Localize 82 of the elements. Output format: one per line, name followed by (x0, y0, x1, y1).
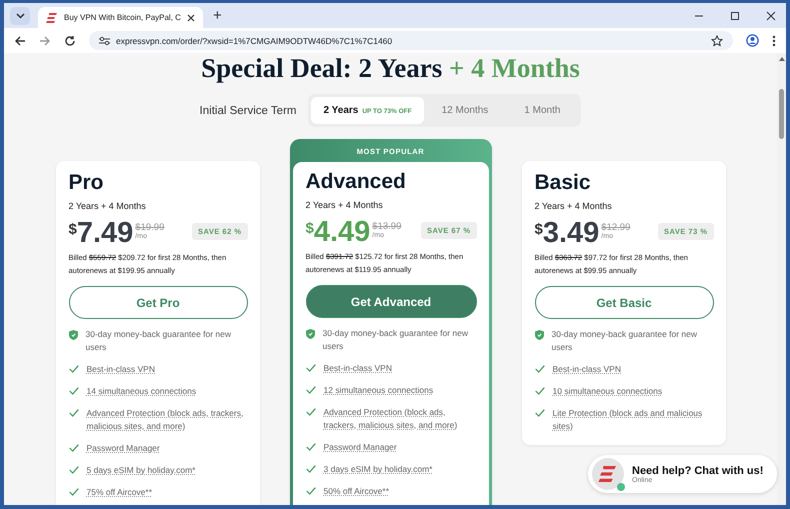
tab-list-button[interactable] (10, 6, 30, 24)
feature-link[interactable]: 14 simultaneous connections (86, 385, 196, 398)
plan-name: Pro (68, 171, 105, 195)
check-icon (68, 387, 78, 395)
address-field[interactable]: expressvpn.com/order/?xwsid=1%7CMGAIM9ODTW46D%7C1%7C1460 (89, 31, 733, 50)
currency-symbol: $ (68, 221, 77, 238)
shield-icon (534, 330, 544, 340)
price: 7.49 (76, 219, 134, 248)
plan-name: Advanced (306, 170, 407, 194)
site-settings-icon[interactable] (99, 36, 110, 46)
scroll-up-icon[interactable] (778, 57, 784, 61)
check-icon (306, 487, 316, 495)
feature-link[interactable]: Password Manager (86, 442, 160, 455)
check-icon (306, 364, 316, 372)
feature-link[interactable]: Advanced Protection (block ads, trackers, malicious sites, and more) (86, 407, 248, 433)
get-plan-button[interactable]: Get Basic (534, 286, 714, 319)
logo-icon (46, 12, 58, 22)
maximize-icon[interactable] (730, 10, 740, 20)
check-icon (534, 409, 544, 417)
plan-term: 2 Years + 4 Months (534, 201, 613, 211)
profile-icon[interactable] (746, 34, 759, 47)
chat-title: Need help? Chat with us! (632, 464, 764, 476)
feature-link[interactable]: 12 simultaneous connections (324, 384, 434, 397)
plan-term: 2 Years + 4 Months (68, 201, 147, 211)
check-icon (68, 466, 78, 474)
feature-link[interactable]: 3 days eSIM by holiday.com* (324, 463, 432, 476)
url-text: expressvpn.com/order/?xwsid=1%7CMGAIM9ODTW46D%7C1%7C1460 (116, 36, 392, 46)
new-tab-button[interactable]: + (210, 7, 224, 24)
price: 4.49 (314, 218, 370, 247)
shield-icon (306, 329, 314, 339)
forward-arrow-icon[interactable] (39, 34, 51, 46)
get-plan-button[interactable]: Get Pro (68, 286, 248, 319)
shield-icon (68, 330, 78, 340)
scrollbar[interactable] (777, 53, 786, 505)
plan-term: 2 Years + 4 Months (306, 200, 384, 210)
feature-link[interactable]: 5 days eSIM by holiday.com* (86, 464, 196, 477)
scroll-thumb[interactable] (779, 89, 784, 139)
menu-icon[interactable] (772, 34, 776, 46)
term-tab[interactable]: 12 Months (424, 97, 506, 124)
get-plan-button[interactable]: Get Advanced (306, 285, 476, 318)
reload-icon[interactable] (64, 34, 76, 46)
close-icon[interactable] (186, 14, 195, 22)
guarantee-text: 30-day money-back guarantee for new users (322, 327, 470, 353)
close-icon[interactable] (766, 10, 776, 20)
feature-link[interactable]: 10 simultaneous connections (552, 385, 662, 398)
check-icon (68, 488, 78, 496)
check-icon (306, 443, 316, 451)
feature-link[interactable]: Advanced Protection (block ads, trackers, malicious sites, and more) (324, 406, 476, 432)
currency-symbol: $ (534, 221, 543, 238)
feature-link[interactable]: 75% off Aircove** (86, 486, 152, 499)
check-icon (534, 387, 544, 395)
browser-tab[interactable]: Buy VPN With Bitcoin, PayPal, C (38, 7, 203, 28)
old-price: $13.99 (372, 221, 402, 232)
term-tab[interactable]: 1 Month (506, 97, 578, 124)
check-icon (306, 386, 316, 394)
feature-link[interactable]: Lite Protection (block ads and malicious sites) (552, 407, 714, 433)
headline-accent: + 4 Months (449, 53, 580, 83)
check-icon (306, 408, 316, 416)
guarantee-text: 30-day money-back guarantee for new users (552, 328, 698, 354)
plan-name: Basic (534, 171, 592, 195)
check-icon (68, 409, 78, 417)
feature-link[interactable]: Best-in-class VPN (552, 363, 621, 376)
term-label: Initial Service Term (200, 104, 296, 116)
feature-link[interactable]: Password Manager (324, 441, 397, 454)
check-icon (68, 365, 78, 373)
star-icon[interactable] (711, 34, 723, 46)
check-icon (534, 365, 544, 373)
check-icon (68, 444, 78, 452)
feature-link[interactable]: 50% off Aircove** (324, 485, 390, 498)
old-price: $19.99 (135, 222, 164, 233)
check-icon (306, 465, 316, 473)
back-arrow-icon[interactable] (14, 34, 26, 46)
caret-icon (16, 12, 24, 18)
old-price: $12.99 (601, 222, 630, 233)
currency-symbol: $ (306, 220, 314, 237)
tab-title: Buy VPN With Bitcoin, PayPal, C (64, 13, 181, 22)
feature-link[interactable]: Best-in-class VPN (86, 363, 155, 376)
headline: Special Deal: 2 Years (201, 53, 442, 83)
logo-icon (598, 466, 618, 482)
guarantee-text: 30-day money-back guarantee for new users (86, 328, 232, 354)
feature-link[interactable]: Best-in-class VPN (324, 362, 392, 375)
price: 3.49 (542, 219, 600, 248)
